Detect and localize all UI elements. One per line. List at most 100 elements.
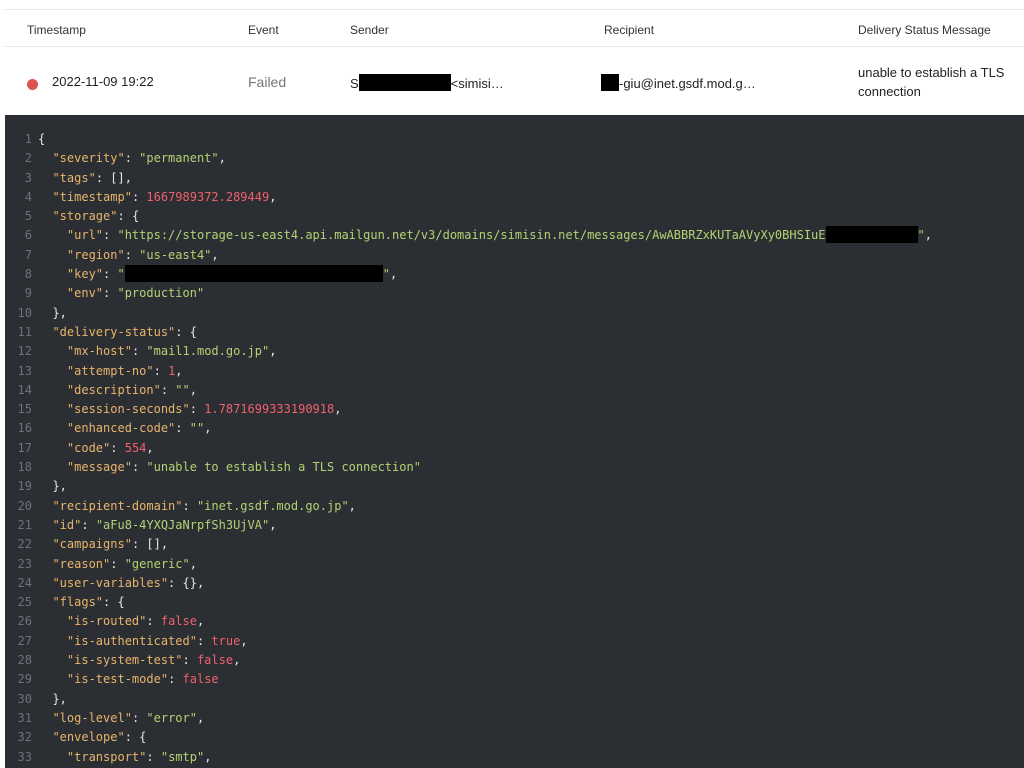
json-key: "envelope" [52, 730, 125, 745]
json-key: "is-test-mode" [66, 672, 169, 687]
line-number: 20 [17, 498, 32, 513]
header-recipient[interactable]: Recipient [604, 23, 654, 37]
json-value: 554 [124, 440, 147, 455]
code-line: 16 "enhanced-code": "", [5, 419, 1024, 438]
code-line: 14 "description": "", [5, 381, 1024, 400]
line-number: 15 [17, 402, 32, 417]
code-text: "session-seconds": 1.7871699333190918, [66, 402, 342, 417]
code-text: "storage": { [52, 209, 140, 224]
json-key: "flags" [52, 595, 104, 610]
line-number: 22 [17, 537, 32, 552]
code-text: "message": "unable to establish a TLS co… [66, 460, 421, 475]
json-code-viewer[interactable]: 1{2 "severity": "permanent", 3 "tags": []… [5, 115, 1024, 768]
json-value: false [182, 672, 219, 687]
code-line: 17 "code": 554, [5, 439, 1024, 458]
code-line: 29 "is-test-mode": false [5, 670, 1024, 689]
line-number: 11 [17, 324, 32, 339]
code-line: 9 "env": "production" [5, 284, 1024, 303]
json-key: "recipient-domain" [52, 498, 183, 513]
failed-status-dot [27, 79, 38, 90]
json-value: "https://storage-us-east4.api.mailgun.ne… [117, 228, 826, 243]
recipient-redaction [601, 74, 619, 91]
json-key: "log-level" [52, 710, 132, 725]
json-key: "code" [66, 440, 111, 455]
code-text: "recipient-domain": "inet.gsdf.mod.go.jp… [52, 498, 356, 513]
code-text: "code": 554, [66, 440, 154, 455]
json-value: 1667989372.289449 [146, 189, 270, 204]
code-line: 5 "storage": { [5, 207, 1024, 226]
line-number: 29 [17, 672, 32, 687]
line-number: 33 [17, 749, 32, 764]
code-text: "is-authenticated": true, [66, 633, 248, 648]
code-line: 8 "key": " ", [5, 265, 1024, 284]
line-number: 24 [17, 575, 32, 590]
code-text: "flags": { [52, 595, 125, 610]
json-key: "transport" [66, 749, 147, 764]
sender-redaction [358, 74, 451, 91]
code-text: "enhanced-code": "", [66, 421, 212, 436]
line-number: 14 [17, 382, 32, 397]
code-text: "envelope": { [52, 730, 147, 745]
line-number: 23 [17, 556, 32, 571]
json-key: "storage" [52, 209, 118, 224]
json-key: "env" [66, 286, 104, 301]
line-number: 26 [17, 614, 32, 629]
code-text: "log-level": "error", [52, 710, 205, 725]
json-value: "permanent" [139, 151, 219, 166]
line-number: 5 [24, 209, 32, 224]
row-event: Failed [248, 74, 287, 90]
line-number: 2 [24, 151, 32, 166]
line-number: 21 [17, 517, 32, 532]
json-value: {} [182, 575, 197, 590]
header-event[interactable]: Event [248, 23, 279, 37]
line-number: 12 [17, 344, 32, 359]
code-text: "severity": "permanent", [52, 151, 226, 166]
code-line: 15 "session-seconds": 1.7871699333190918… [5, 400, 1024, 419]
json-value: "aFu8-4YXQJaNrpfSh3UjVA" [95, 517, 270, 532]
code-line: 3 "tags": [], [5, 169, 1024, 188]
code-text: "attempt-no": 1, [66, 363, 183, 378]
json-value: "" [189, 421, 205, 436]
json-key: "enhanced-code" [66, 421, 176, 436]
json-key: "mx-host" [66, 344, 132, 359]
table-row[interactable]: 2022-11-09 19:22 Failed S <simisi… -giu@i… [5, 47, 1024, 116]
redaction-box [124, 265, 383, 283]
header-delivery-status-message[interactable]: Delivery Status Message [858, 23, 991, 37]
code-line: 21 "id": "aFu8-4YXQJaNrpfSh3UjVA", [5, 516, 1024, 535]
json-value-end: " [917, 228, 925, 243]
line-number: 8 [24, 267, 32, 282]
json-key: "id" [52, 517, 82, 532]
code-line: 18 "message": "unable to establish a TLS… [5, 458, 1024, 477]
line-number: 7 [24, 247, 32, 262]
header-timestamp[interactable]: Timestamp [27, 23, 86, 37]
json-value: "production" [117, 286, 205, 301]
json-key: "attempt-no" [66, 363, 154, 378]
code-line: 32 "envelope": { [5, 728, 1024, 747]
code-line: 28 "is-system-test": false, [5, 651, 1024, 670]
code-text: "reason": "generic", [52, 556, 197, 571]
code-line: 26 "is-routed": false, [5, 612, 1024, 631]
code-text: "user-variables": {}, [52, 575, 205, 590]
code-line: 4 "timestamp": 1667989372.289449, [5, 188, 1024, 207]
json-value: " [117, 267, 125, 282]
line-number: 9 [24, 286, 32, 301]
json-key: "is-routed" [66, 614, 147, 629]
code-line: 25 "flags": { [5, 593, 1024, 612]
json-value: "inet.gsdf.mod.go.jp" [196, 498, 349, 513]
line-number: 3 [24, 170, 32, 185]
json-key: "timestamp" [52, 189, 132, 204]
json-value: "error" [146, 710, 197, 725]
code-text: "is-routed": false, [66, 614, 205, 629]
json-value: { [189, 324, 197, 339]
json-value-end: " [382, 267, 390, 282]
code-text: "campaigns": [], [52, 537, 169, 552]
header-sender[interactable]: Sender [350, 23, 389, 37]
code-line: 6 "url": "https://storage-us-east4.api.m… [5, 226, 1024, 245]
sender-prefix: S [350, 76, 359, 91]
code-text: "region": "us-east4", [66, 247, 219, 262]
json-key: "region" [66, 247, 125, 262]
code-text: "key": " ", [66, 265, 398, 283]
code-text: "id": "aFu8-4YXQJaNrpfSh3UjVA", [52, 517, 277, 532]
row-sender: S <simisi… [350, 74, 504, 91]
code-text: "is-system-test": false, [66, 653, 241, 668]
